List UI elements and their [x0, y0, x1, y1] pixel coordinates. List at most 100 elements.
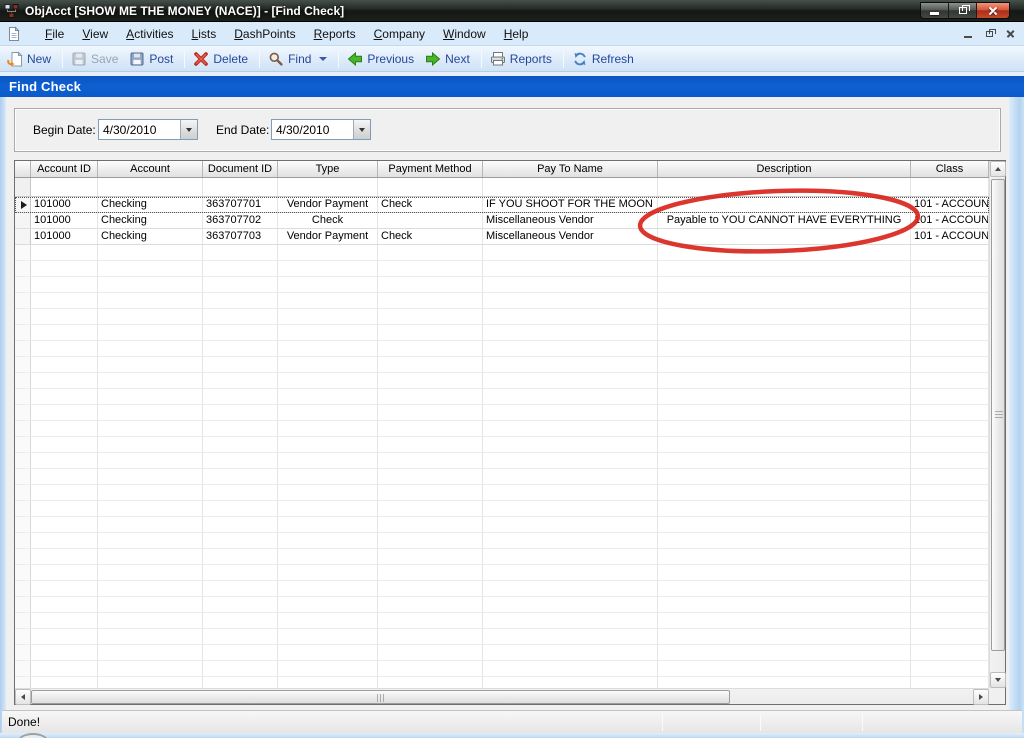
menu-window[interactable]: Window: [434, 24, 495, 44]
vertical-scrollbar[interactable]: [989, 161, 1005, 688]
cell-payment-method[interactable]: [378, 213, 483, 228]
cell-description[interactable]: [658, 229, 911, 244]
toolbar-separator: [62, 50, 63, 68]
empty-cell: [31, 597, 98, 612]
empty-cell: [31, 357, 98, 372]
empty-cell: [911, 405, 989, 420]
table-row[interactable]: 101000Checking363707701Vendor PaymentChe…: [15, 197, 989, 213]
cell-description[interactable]: [658, 197, 911, 212]
cell-pay-to-name[interactable]: Miscellaneous Vendor: [483, 213, 658, 228]
cell-account[interactable]: Checking: [98, 213, 203, 228]
table-row[interactable]: 101000Checking363707702Check Miscellaneou…: [15, 213, 989, 229]
toolbar-find-button[interactable]: Find: [264, 48, 334, 70]
mdi-minimize-button[interactable]: [962, 28, 974, 40]
menu-reports[interactable]: Reports: [305, 24, 365, 44]
cell-description[interactable]: Payable to YOU CANNOT HAVE EVERYTHING: [658, 213, 911, 228]
empty-cell: [98, 405, 203, 420]
empty-cell: [203, 373, 278, 388]
column-header-account[interactable]: Account: [98, 161, 203, 177]
table-row[interactable]: 101000Checking363707703Vendor PaymentChe…: [15, 229, 989, 245]
cell-payment-method[interactable]: Check: [378, 197, 483, 212]
empty-cell: [378, 421, 483, 436]
cell-account[interactable]: Checking: [98, 229, 203, 244]
toolbar-reports-button[interactable]: Reports: [486, 48, 559, 70]
column-header-description[interactable]: Description: [658, 161, 911, 177]
cell-payment-method[interactable]: Check: [378, 229, 483, 244]
toolbar-previous-button[interactable]: Previous: [343, 48, 421, 70]
row-selector[interactable]: [15, 197, 31, 212]
empty-cell: [203, 613, 278, 628]
close-button[interactable]: [977, 3, 1009, 18]
empty-cell: [658, 245, 911, 260]
end-date-combobox[interactable]: 4/30/2010: [271, 119, 371, 140]
cell-type[interactable]: Vendor Payment: [278, 229, 378, 244]
empty-cell: [658, 517, 911, 532]
mdi-close-button[interactable]: [1004, 28, 1016, 40]
empty-cell: [98, 293, 203, 308]
column-header-payment-method[interactable]: Payment Method: [378, 161, 483, 177]
empty-cell: [98, 373, 203, 388]
toolbar-next-button[interactable]: Next: [421, 48, 477, 70]
menu-activities[interactable]: Activities: [117, 24, 182, 44]
floppy-icon: [129, 51, 145, 67]
menu-help[interactable]: Help: [495, 24, 538, 44]
empty-cell: [98, 549, 203, 564]
toolbar-delete-button[interactable]: Delete: [189, 48, 255, 70]
menu-view[interactable]: View: [73, 24, 117, 44]
toolbar-new-button[interactable]: New: [3, 48, 58, 70]
cell-account-id[interactable]: 101000: [31, 229, 98, 244]
cell-account[interactable]: Checking: [98, 197, 203, 212]
empty-cell: [378, 261, 483, 276]
empty-cell: [378, 613, 483, 628]
empty-cell: [31, 405, 98, 420]
minimize-button[interactable]: [921, 3, 949, 18]
blank-cell: [278, 178, 378, 196]
begin-date-combobox[interactable]: 4/30/2010: [98, 119, 198, 140]
cell-pay-to-name[interactable]: Miscellaneous Vendor: [483, 229, 658, 244]
red-x-icon: [193, 51, 209, 67]
cell-document-id[interactable]: 363707701: [203, 197, 278, 212]
menu-file[interactable]: File: [36, 24, 73, 44]
row-selector: [15, 469, 31, 484]
restore-button[interactable]: [949, 3, 977, 18]
begin-date-dropdown-button[interactable]: [180, 120, 197, 139]
horizontal-scrollbar[interactable]: [15, 688, 989, 704]
cell-type[interactable]: Vendor Payment: [278, 197, 378, 212]
row-selector[interactable]: [15, 213, 31, 228]
scroll-down-button[interactable]: [990, 672, 1006, 688]
scroll-up-button[interactable]: [990, 161, 1006, 177]
menu-lists[interactable]: Lists: [183, 24, 226, 44]
column-header-pay-to-name[interactable]: Pay To Name: [483, 161, 658, 177]
menu-dashpoints[interactable]: DashPoints: [225, 24, 304, 44]
row-selector: [15, 309, 31, 324]
find-dropdown-arrow[interactable]: [319, 57, 327, 61]
cell-account-id[interactable]: 101000: [31, 213, 98, 228]
cell-type[interactable]: Check: [278, 213, 378, 228]
column-header-type[interactable]: Type: [278, 161, 378, 177]
cell-pay-to-name[interactable]: IF YOU SHOOT FOR THE MOON: [483, 197, 658, 212]
scroll-right-button[interactable]: [973, 689, 989, 705]
column-header-class[interactable]: Class: [911, 161, 989, 177]
row-selector[interactable]: [15, 229, 31, 244]
cell-class[interactable]: 101 - ACCOUN: [911, 213, 989, 228]
cell-document-id[interactable]: 363707702: [203, 213, 278, 228]
cell-class[interactable]: 101 - ACCOUN: [911, 197, 989, 212]
empty-cell: [98, 309, 203, 324]
empty-cell: [98, 421, 203, 436]
mdi-restore-button[interactable]: [983, 28, 995, 40]
scroll-left-button[interactable]: [15, 689, 31, 705]
toolbar-refresh-button[interactable]: Refresh: [568, 48, 641, 70]
empty-cell: [911, 309, 989, 324]
cell-account-id[interactable]: 101000: [31, 197, 98, 212]
column-header-account-id[interactable]: Account ID: [31, 161, 98, 177]
end-date-dropdown-button[interactable]: [353, 120, 370, 139]
blank-cell: [378, 178, 483, 196]
cell-class[interactable]: 101 - ACCOUN: [911, 229, 989, 244]
cell-document-id[interactable]: 363707703: [203, 229, 278, 244]
toolbar-post-button[interactable]: Post: [125, 48, 180, 70]
toolbar-save-button[interactable]: Save: [67, 48, 125, 70]
vertical-scrollbar-thumb[interactable]: [991, 179, 1005, 651]
horizontal-scrollbar-thumb[interactable]: [31, 690, 730, 704]
column-header-document-id[interactable]: Document ID: [203, 161, 278, 177]
menu-company[interactable]: Company: [365, 24, 434, 44]
